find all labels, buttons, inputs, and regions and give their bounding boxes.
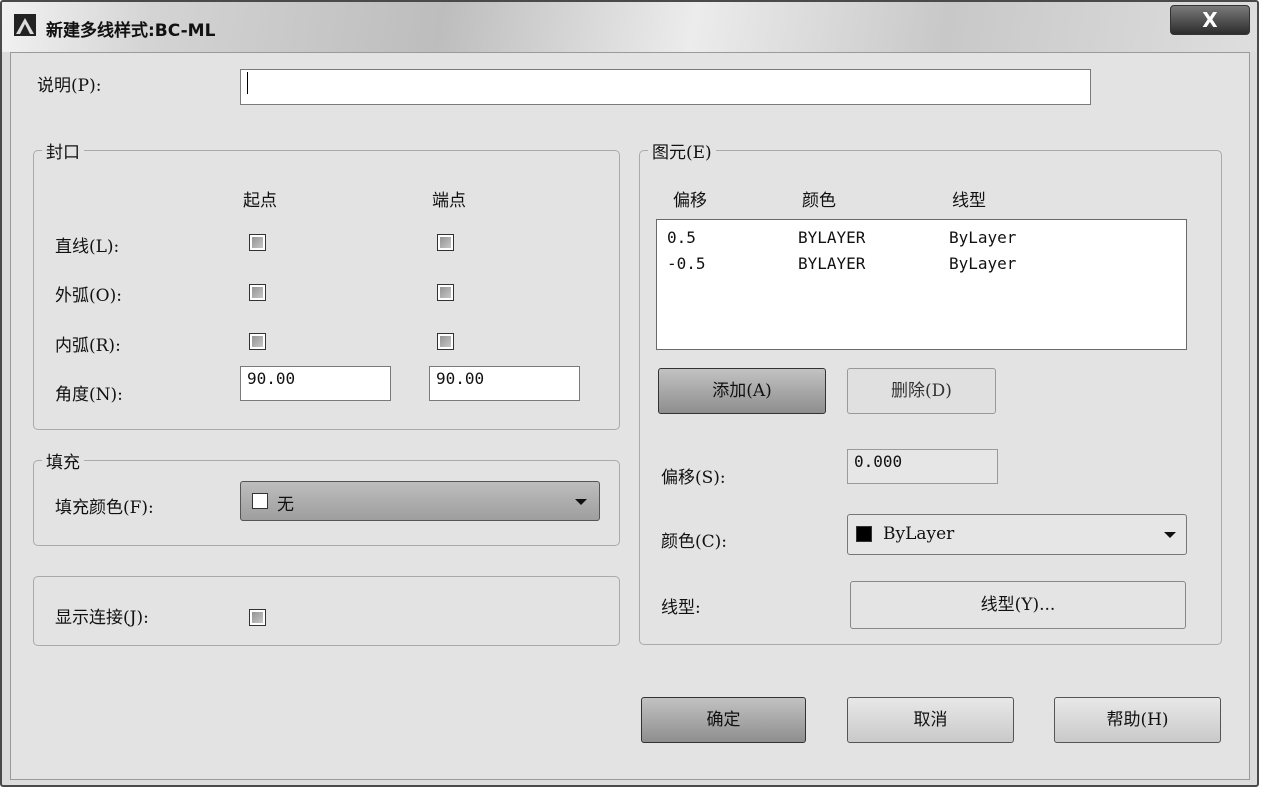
linetype-button[interactable]: 线型(Y)... <box>850 581 1186 629</box>
header-linetype: 线型 <box>952 191 986 211</box>
linetype-label: 线型: <box>661 598 701 618</box>
color-label: 颜色(C): <box>661 532 727 552</box>
color-dropdown[interactable]: ByLayer <box>847 514 1187 555</box>
line-label: 直线(L): <box>55 237 120 257</box>
add-button[interactable]: 添加(A) <box>658 368 826 414</box>
close-button[interactable]: X <box>1170 5 1250 35</box>
fill-color-dropdown[interactable]: 无 <box>240 481 600 521</box>
fill-color-swatch <box>252 493 268 509</box>
header-color: 颜色 <box>802 191 836 211</box>
ok-button[interactable]: 确定 <box>641 697 806 743</box>
chevron-down-icon <box>1164 532 1176 538</box>
header-offset: 偏移 <box>673 191 707 211</box>
outer-arc-end-checkbox[interactable] <box>437 284 454 301</box>
inner-arc-end-checkbox[interactable] <box>437 333 454 350</box>
window-title: 新建多线样式:BC-ML <box>46 21 216 41</box>
list-item[interactable]: -0.5 BYLAYER ByLayer <box>657 254 1186 276</box>
fill-group-title: 填充 <box>42 448 84 473</box>
inner-arc-label: 内弧(R): <box>55 336 121 356</box>
description-input[interactable] <box>240 69 1091 105</box>
caps-group-title: 封口 <box>42 138 84 163</box>
close-icon: X <box>1202 8 1218 32</box>
angle-label: 角度(N): <box>55 385 123 405</box>
show-joints-label: 显示连接(J): <box>55 608 149 628</box>
chevron-down-icon <box>575 499 587 505</box>
color-swatch <box>856 526 872 542</box>
offset-label: 偏移(S): <box>661 468 726 488</box>
caps-col-start: 起点 <box>243 191 277 211</box>
help-button[interactable]: 帮助(H) <box>1054 697 1221 743</box>
fill-color-label: 填充颜色(F): <box>55 498 154 518</box>
delete-button[interactable]: 删除(D) <box>847 368 996 414</box>
caps-col-end: 端点 <box>432 191 466 211</box>
description-label: 说明(P): <box>37 76 102 96</box>
outer-arc-label: 外弧(O): <box>55 286 122 306</box>
dialog-body: 说明(P): 封口 起点 端点 直线(L): 外弧(O): 内弧(R): 角度(… <box>10 52 1250 780</box>
line-end-checkbox[interactable] <box>437 234 454 251</box>
text-cursor <box>247 72 248 94</box>
color-value: ByLayer <box>883 524 955 544</box>
show-joints-checkbox[interactable] <box>249 609 266 626</box>
app-icon <box>14 14 36 36</box>
list-item[interactable]: 0.5 BYLAYER ByLayer <box>657 228 1186 250</box>
angle-end-input[interactable]: 90.00 <box>429 366 580 401</box>
angle-start-input[interactable]: 90.00 <box>240 366 391 401</box>
line-start-checkbox[interactable] <box>249 234 266 251</box>
fill-color-value: 无 <box>277 495 294 515</box>
title-bar[interactable]: 新建多线样式:BC-ML X <box>2 2 1257 52</box>
outer-arc-start-checkbox[interactable] <box>249 284 266 301</box>
offset-input[interactable]: 0.000 <box>847 449 998 484</box>
dialog-window: 新建多线样式:BC-ML X 说明(P): 封口 起点 端点 直线(L): 外弧… <box>0 0 1259 787</box>
inner-arc-start-checkbox[interactable] <box>249 333 266 350</box>
elements-group-title: 图元(E) <box>648 138 716 163</box>
cancel-button[interactable]: 取消 <box>847 697 1014 743</box>
elements-list[interactable]: 0.5 BYLAYER ByLayer -0.5 BYLAYER ByLayer <box>656 219 1187 350</box>
